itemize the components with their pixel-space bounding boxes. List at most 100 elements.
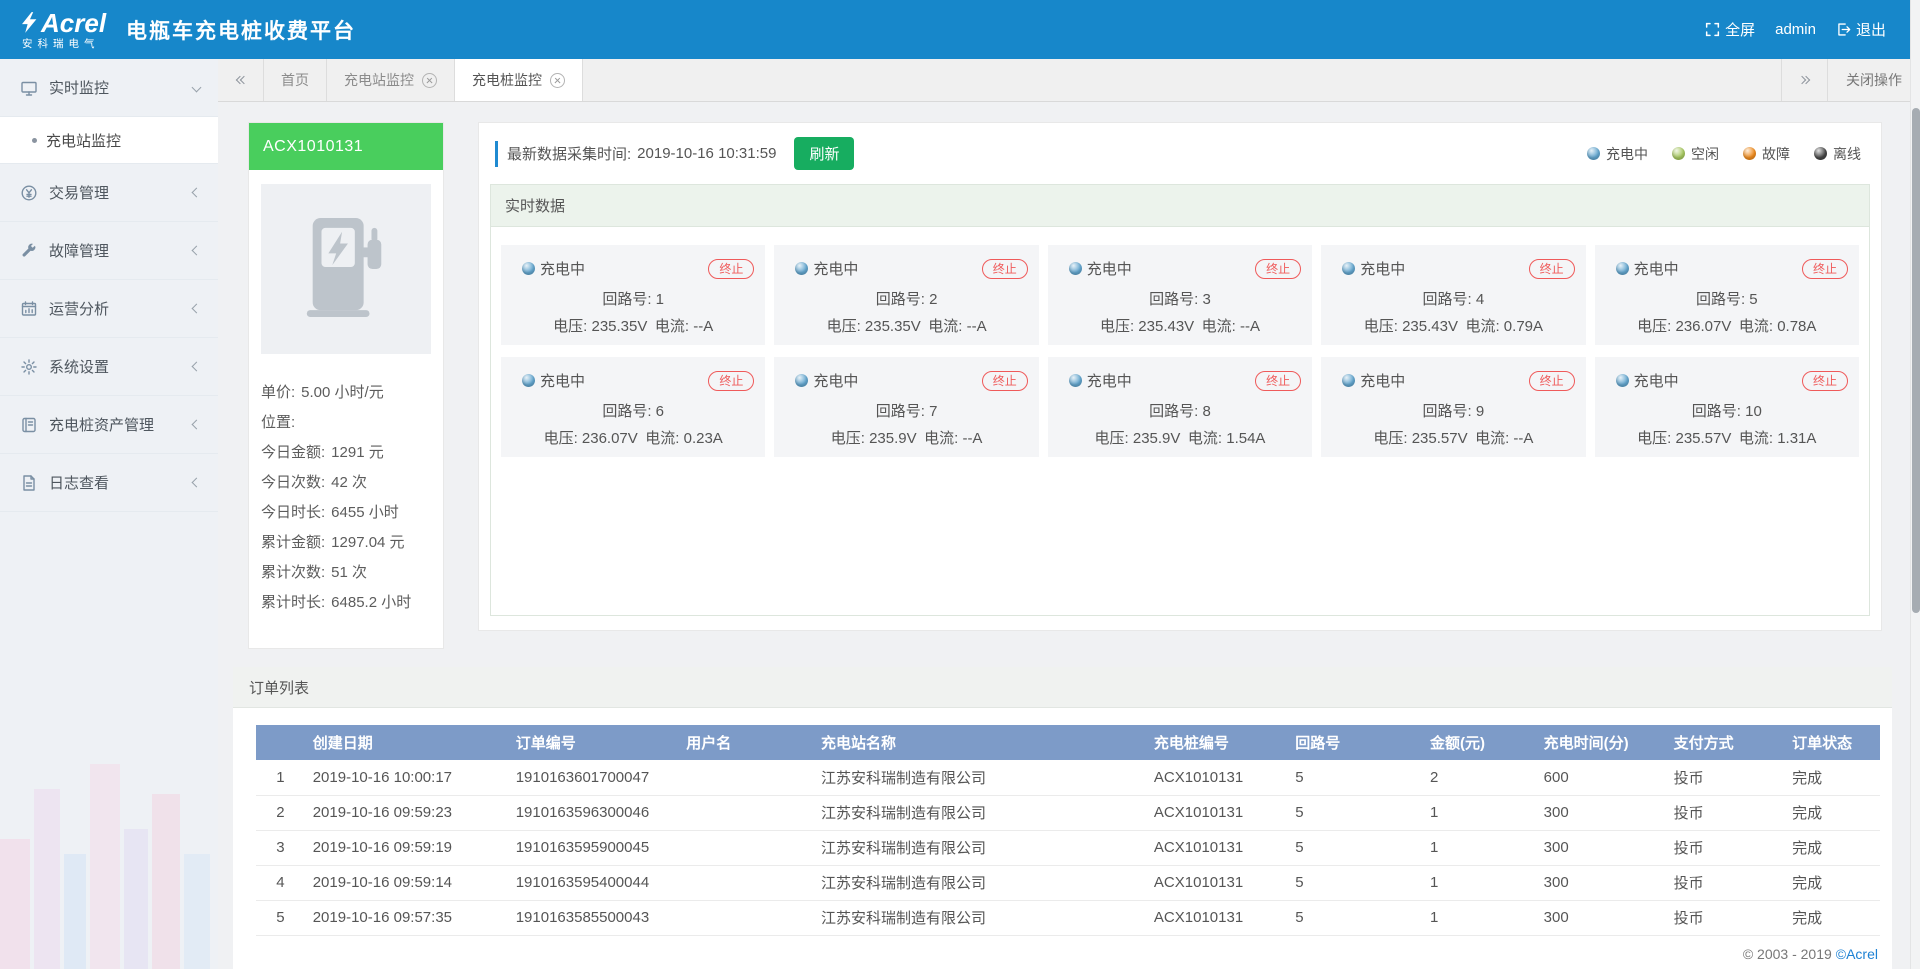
order-cell: 江苏安科瑞制造有限公司 bbox=[813, 900, 1146, 935]
order-cell: 300 bbox=[1536, 900, 1666, 935]
close-tab-icon[interactable] bbox=[550, 73, 565, 88]
sidebar-item-label: 充电桩资产管理 bbox=[49, 414, 154, 435]
orders-column-header: 回路号 bbox=[1287, 725, 1422, 760]
legend-item: 故障 bbox=[1743, 144, 1790, 164]
logout-label: 退出 bbox=[1856, 19, 1886, 40]
device-info-line: 单价:5.00 小时/元 bbox=[261, 378, 431, 408]
sidebar-item-assets[interactable]: 充电桩资产管理 bbox=[0, 396, 218, 454]
page-title: 电瓶车充电桩收费平台 bbox=[126, 15, 356, 45]
tab-bar: 首页 充电站监控 充电桩监控 关闭操作 bbox=[218, 59, 1920, 102]
circuit-card: 充电中终止回路号: 6电压: 236.07V 电流: 0.23A bbox=[501, 357, 765, 457]
stop-charging-button[interactable]: 终止 bbox=[708, 371, 754, 391]
circuit-card: 充电中终止回路号: 8电压: 235.9V 电流: 1.54A bbox=[1048, 357, 1312, 457]
acrel-logo: Acrel 安科瑞电气 bbox=[22, 10, 106, 50]
circuit-status: 充电中 bbox=[1342, 370, 1405, 391]
stop-charging-button[interactable]: 终止 bbox=[1802, 259, 1848, 279]
copyright-footer: © 2003 - 2019©Acrel bbox=[256, 936, 1880, 962]
info-label: 单价: bbox=[261, 384, 295, 401]
circuit-number: 回路号: 8 bbox=[1048, 400, 1312, 421]
sidebar-item-analysis[interactable]: 运营分析 bbox=[0, 280, 218, 338]
order-cell: 2019-10-16 09:59:19 bbox=[305, 830, 508, 865]
orders-column-header: 充电站名称 bbox=[813, 725, 1146, 760]
order-cell: ACX1010131 bbox=[1146, 760, 1287, 795]
close-operations-button[interactable]: 关闭操作 bbox=[1827, 59, 1920, 101]
tab-pile-monitor[interactable]: 充电桩监控 bbox=[455, 59, 583, 101]
stop-charging-button[interactable]: 终止 bbox=[708, 259, 754, 279]
charging-status-icon bbox=[1616, 262, 1629, 275]
brand-name: Acrel bbox=[41, 10, 106, 36]
circuit-status: 充电中 bbox=[522, 370, 585, 391]
legend-item: 充电中 bbox=[1587, 144, 1648, 164]
circuit-grid: 充电中终止回路号: 1电压: 235.35V 电流: --A充电中终止回路号: … bbox=[491, 227, 1869, 475]
order-cell: 300 bbox=[1536, 795, 1666, 830]
charging-status-icon bbox=[1616, 374, 1629, 387]
calendar-chart-icon bbox=[20, 300, 38, 318]
sidebar-item-transactions[interactable]: 交易管理 bbox=[0, 164, 218, 222]
stop-charging-button[interactable]: 终止 bbox=[1255, 259, 1301, 279]
info-value: 1297.04 元 bbox=[331, 534, 404, 551]
book-icon bbox=[20, 416, 38, 434]
charging-status-icon bbox=[1069, 374, 1082, 387]
order-cell: 5 bbox=[1287, 760, 1422, 795]
close-tab-icon[interactable] bbox=[422, 73, 437, 88]
circuit-number: 回路号: 4 bbox=[1321, 288, 1585, 309]
device-info-line: 累计金额:1297.04 元 bbox=[261, 528, 431, 558]
logout-icon bbox=[1836, 22, 1851, 37]
document-icon bbox=[20, 474, 38, 492]
sidebar-item-label: 系统设置 bbox=[49, 356, 109, 377]
circuit-status: 充电中 bbox=[1069, 370, 1132, 391]
order-cell: 1 bbox=[1422, 830, 1536, 865]
circuit-voltage-current: 电压: 235.57V 电流: 1.31A bbox=[1595, 427, 1859, 448]
tabs-scroll-right-button[interactable] bbox=[1781, 59, 1827, 101]
username[interactable]: admin bbox=[1775, 21, 1816, 38]
logout-button[interactable]: 退出 bbox=[1836, 19, 1886, 40]
vertical-scrollbar[interactable] bbox=[1910, 0, 1920, 969]
chevron-left-icon bbox=[192, 420, 202, 430]
order-cell: 江苏安科瑞制造有限公司 bbox=[813, 760, 1146, 795]
stop-charging-button[interactable]: 终止 bbox=[982, 259, 1028, 279]
sidebar-item-faults[interactable]: 故障管理 bbox=[0, 222, 218, 280]
sidebar-item-logs[interactable]: 日志查看 bbox=[0, 454, 218, 512]
fullscreen-button[interactable]: 全屏 bbox=[1705, 19, 1755, 40]
fullscreen-icon bbox=[1705, 22, 1720, 37]
stop-charging-button[interactable]: 终止 bbox=[1255, 371, 1301, 391]
order-cell: 5 bbox=[1287, 900, 1422, 935]
info-value: 6485.2 小时 bbox=[331, 594, 411, 611]
chevron-left-icon bbox=[192, 304, 202, 314]
order-cell: 江苏安科瑞制造有限公司 bbox=[813, 865, 1146, 900]
info-label: 今日次数: bbox=[261, 474, 325, 491]
charging-status-icon bbox=[1342, 262, 1355, 275]
order-cell: ACX1010131 bbox=[1146, 830, 1287, 865]
order-cell bbox=[678, 900, 813, 935]
chevron-left-icon bbox=[192, 246, 202, 256]
sidebar-item-label: 运营分析 bbox=[49, 298, 109, 319]
sidebar-subitem-label: 充电站监控 bbox=[46, 130, 121, 151]
order-cell: ACX1010131 bbox=[1146, 900, 1287, 935]
orders-column-header: 充电时间(分) bbox=[1536, 725, 1666, 760]
scrollbar-thumb[interactable] bbox=[1912, 108, 1920, 613]
device-info-line: 今日金额:1291 元 bbox=[261, 438, 431, 468]
order-cell: 2019-10-16 09:59:23 bbox=[305, 795, 508, 830]
tabs-scroll-left-button[interactable] bbox=[218, 59, 264, 101]
circuit-status: 充电中 bbox=[1069, 258, 1132, 279]
tab-home[interactable]: 首页 bbox=[264, 59, 327, 101]
circuit-number: 回路号: 7 bbox=[774, 400, 1038, 421]
tab-station-monitor[interactable]: 充电站监控 bbox=[327, 59, 455, 101]
stop-charging-button[interactable]: 终止 bbox=[1802, 371, 1848, 391]
info-label: 累计次数: bbox=[261, 564, 325, 581]
stop-charging-button[interactable]: 终止 bbox=[1529, 259, 1575, 279]
info-value: 6455 小时 bbox=[331, 504, 399, 521]
content-area: ACX1010131 bbox=[218, 102, 1920, 969]
monitor-icon bbox=[20, 79, 38, 97]
chevron-down-icon bbox=[192, 83, 202, 93]
sidebar-item-realtime-monitor[interactable]: 实时监控 bbox=[0, 59, 218, 117]
sidebar-item-station-monitor[interactable]: 充电站监控 bbox=[0, 117, 218, 164]
stop-charging-button[interactable]: 终止 bbox=[982, 371, 1028, 391]
circuit-voltage-current: 电压: 235.43V 电流: --A bbox=[1048, 315, 1312, 336]
sidebar-item-settings[interactable]: 系统设置 bbox=[0, 338, 218, 396]
refresh-button[interactable]: 刷新 bbox=[794, 137, 854, 170]
charging-status-icon bbox=[1342, 374, 1355, 387]
stop-charging-button[interactable]: 终止 bbox=[1529, 371, 1575, 391]
footer-brand-link[interactable]: ©Acrel bbox=[1836, 946, 1878, 962]
legend-item: 空闲 bbox=[1672, 144, 1719, 164]
